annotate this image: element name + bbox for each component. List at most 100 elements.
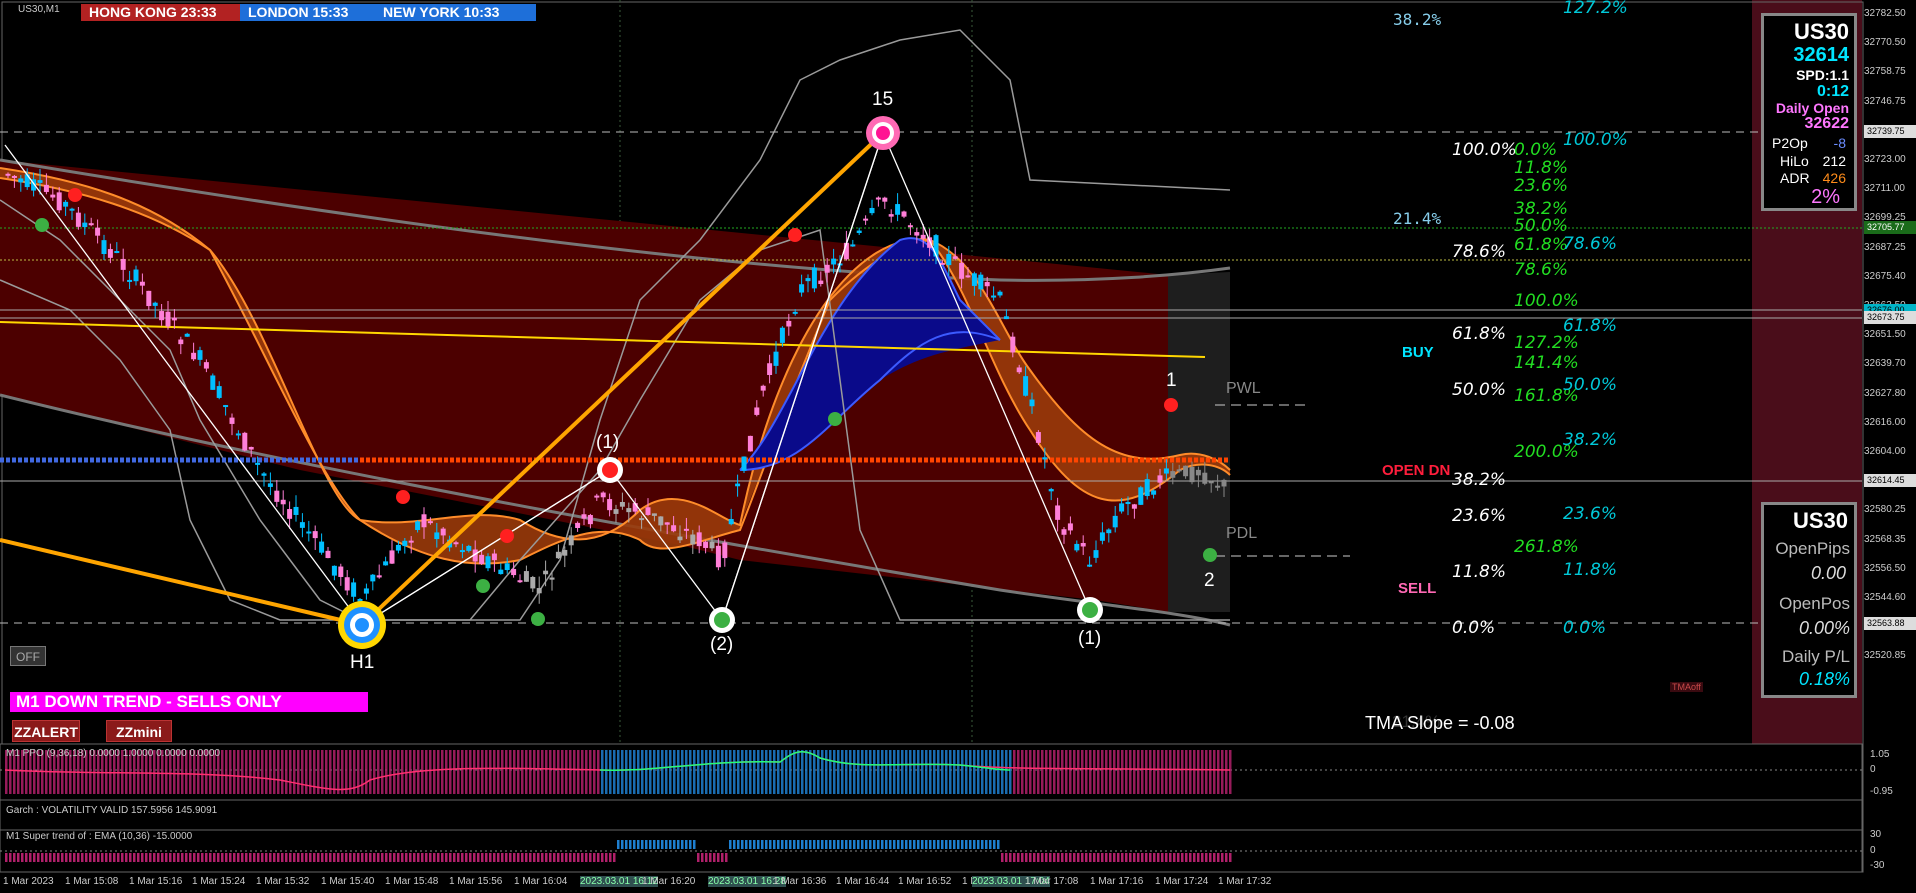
candle-body — [127, 279, 133, 282]
supertrend-bar — [337, 853, 340, 862]
time-tick: 1 Mar 15:24 — [192, 876, 246, 887]
ppo-bar — [1173, 750, 1176, 794]
ppo-bar — [245, 750, 248, 794]
supertrend-bar — [629, 840, 632, 849]
ppo-bar — [541, 750, 544, 794]
supertrend-bar — [621, 840, 624, 849]
ppo-bar — [1065, 750, 1068, 794]
supertrend-bar — [261, 853, 264, 862]
candle-body — [703, 541, 709, 548]
candle-body — [421, 514, 427, 528]
zigzag-label-1a: (1) — [596, 432, 620, 453]
ppo-bar — [441, 750, 444, 794]
ppo-bar — [385, 750, 388, 794]
supertrend-bar — [241, 853, 244, 862]
info-symbol: US30 — [1793, 19, 1849, 44]
supertrend-bar — [577, 853, 580, 862]
time-tick: 1 Mar 15:32 — [256, 876, 310, 887]
zzmini-button[interactable]: ZZmini — [106, 720, 172, 742]
supertrend-bar — [649, 840, 652, 849]
ppo-bar — [301, 750, 304, 794]
time-tick: 1 Mar 16:44 — [836, 876, 890, 887]
candle-body — [159, 311, 165, 321]
ppo-bar — [513, 750, 516, 794]
supertrend-bar — [305, 853, 308, 862]
ppo-bar — [705, 750, 708, 794]
candle-body — [626, 508, 632, 513]
candle-body — [280, 499, 286, 505]
time-tick: 1 Mar 2023 — [3, 876, 54, 887]
candle-body — [376, 575, 382, 578]
price-tick: 32770.50 — [1864, 37, 1906, 49]
info-daily-open-value: 32622 — [1804, 115, 1850, 132]
candle-body — [1131, 504, 1137, 509]
open-dn-label: OPEN DN — [1382, 462, 1451, 479]
clock-hong-kong: HONG KONG 23:33 — [81, 4, 241, 21]
supertrend-bar — [229, 853, 232, 862]
ppo-bar — [397, 750, 400, 794]
ppo-bar — [729, 750, 732, 794]
candle-body — [152, 302, 158, 306]
ppo-bar — [1137, 750, 1140, 794]
supertrend-bar — [165, 853, 168, 862]
off-button[interactable]: OFF — [10, 646, 46, 666]
candle-body — [184, 333, 190, 337]
supertrend-bar — [105, 853, 108, 862]
ppo-bar — [433, 750, 436, 794]
ppo-bar — [1133, 750, 1136, 794]
supertrend-bar — [993, 840, 996, 849]
ppo-bar — [1217, 750, 1220, 794]
price-chart[interactable] — [0, 0, 1916, 893]
info-hilo-label: HiLo — [1780, 153, 1809, 169]
ppo-bar — [1061, 750, 1064, 794]
ppo-bar — [1033, 750, 1036, 794]
supertrend-bar — [29, 853, 32, 862]
ppo-bar — [549, 750, 552, 794]
time-tick: 1 Mar 17:24 — [1155, 876, 1209, 887]
ppo-bar — [605, 750, 608, 794]
supertrend-bar — [709, 853, 712, 862]
ppo-bar — [601, 750, 604, 794]
ppo-bar — [693, 750, 696, 794]
ppo-bar — [733, 750, 736, 794]
supertrend-bar — [125, 853, 128, 862]
ppo-bar — [1017, 750, 1020, 794]
supertrend-bar — [989, 840, 992, 849]
ppo-bar — [497, 750, 500, 794]
supertrend-bar — [57, 853, 60, 862]
candle-body — [459, 550, 465, 553]
ppo-bar — [609, 750, 612, 794]
ppo-bar — [757, 750, 760, 794]
ppo-bar — [881, 750, 884, 794]
zzalert-button[interactable]: ZZALERT — [12, 720, 80, 742]
ppo-bar — [545, 750, 548, 794]
candle-body — [101, 240, 107, 255]
info-p2op-label: P2Op — [1772, 135, 1808, 151]
ppo-bar — [685, 750, 688, 794]
candle-body — [171, 317, 177, 321]
candle-body — [613, 509, 619, 514]
supertrend-bar — [521, 853, 524, 862]
supertrend-bar — [69, 853, 72, 862]
candle-body — [895, 204, 901, 215]
supertrend-bar — [1113, 853, 1116, 862]
ppo-bar — [561, 750, 564, 794]
ppo-bar — [489, 750, 492, 794]
ppo-bar — [801, 750, 804, 794]
supertrend-bar — [1037, 853, 1040, 862]
open-pos-value: 0.00% — [1798, 618, 1850, 638]
candle-body — [619, 501, 625, 507]
supertrend-bar — [1189, 853, 1192, 862]
candle-body — [203, 362, 209, 369]
candle-body — [325, 550, 331, 559]
candle-body — [1176, 469, 1182, 472]
candle-body — [133, 269, 139, 282]
candle-body — [1189, 466, 1195, 483]
ppo-bar — [509, 750, 512, 794]
candle-body — [683, 528, 689, 531]
supertrend-bar — [869, 840, 872, 849]
supertrend-bar — [769, 840, 772, 849]
supertrend-bar — [293, 853, 296, 862]
supertrend-bar — [137, 853, 140, 862]
fib-level: 0.0% — [1563, 618, 1607, 638]
